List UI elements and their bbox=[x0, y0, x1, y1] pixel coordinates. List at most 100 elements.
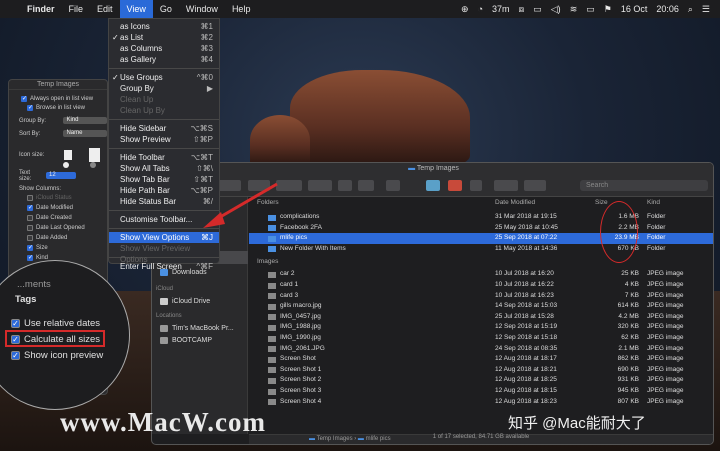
checkbox-icon[interactable]: ✓ bbox=[27, 104, 33, 111]
app-icon[interactable] bbox=[426, 180, 440, 191]
image-row[interactable]: Screen Shot 4 12 Aug 2018 at 18:23 807 KB J… bbox=[249, 397, 713, 408]
menu-item[interactable]: ✓ as List ⌘2 bbox=[109, 32, 219, 43]
menu-item[interactable]: ✓ Use Groups ^⌘0 bbox=[109, 72, 219, 83]
menu-item[interactable]: Group By ▶ bbox=[109, 83, 219, 94]
image-row[interactable]: car 2 10 Jul 2018 at 16:20 25 KB JPEG image bbox=[249, 269, 713, 280]
magnified-icon-preview[interactable]: ✓ Show icon preview bbox=[11, 350, 103, 361]
text-size-select[interactable]: 12 bbox=[46, 172, 76, 179]
image-row[interactable]: IMG_2061.JPG 24 Sep 2018 at 08:35 2.1 MB JP… bbox=[249, 344, 713, 355]
flag-icon[interactable]: ⚑ bbox=[604, 4, 612, 15]
checkbox-icon[interactable] bbox=[27, 235, 33, 241]
menu-view[interactable]: View bbox=[119, 0, 153, 18]
column-option[interactable]: Date Added bbox=[9, 233, 107, 243]
checkbox-icon[interactable]: ✓ bbox=[27, 205, 33, 211]
folder-row[interactable]: Facebook 2FA 25 May 2018 at 10:45 2.2 MB Fo… bbox=[249, 223, 713, 234]
image-icon bbox=[268, 271, 276, 278]
image-row[interactable]: Screen Shot 2 12 Aug 2018 at 18:25 931 KB J… bbox=[249, 375, 713, 386]
image-row[interactable]: Screen Shot 12 Aug 2018 at 18:17 862 KB JPE… bbox=[249, 354, 713, 365]
radio-icon[interactable] bbox=[90, 162, 96, 168]
column-option[interactable]: Date Last Opened bbox=[9, 223, 107, 233]
checkbox-icon[interactable]: ✓ bbox=[21, 95, 27, 102]
checkbox-icon[interactable]: ✓ bbox=[27, 255, 33, 261]
sort-by-select[interactable]: Name bbox=[63, 130, 107, 137]
menu-app-finder[interactable]: Finder bbox=[20, 0, 62, 18]
image-row[interactable]: IMG_1988.jpg 12 Sep 2018 at 15:19 320 KB JP… bbox=[249, 322, 713, 333]
image-row[interactable]: gills macro.jpg 14 Sep 2018 at 15:03 614 K… bbox=[249, 301, 713, 312]
compass-icon[interactable]: ⊕ bbox=[461, 4, 469, 15]
tag-button[interactable] bbox=[358, 180, 374, 191]
sidebar-item[interactable]: iCloud Drive bbox=[152, 295, 248, 308]
folder-icon bbox=[268, 246, 276, 253]
column-option[interactable]: ✓ Size bbox=[9, 243, 107, 253]
checkbox-icon[interactable] bbox=[27, 195, 33, 201]
acrobat-icon[interactable] bbox=[448, 180, 462, 191]
checkbox-icon[interactable]: ✓ bbox=[11, 351, 20, 360]
image-row[interactable]: Screen Shot 3 12 Aug 2018 at 18:15 945 KB J… bbox=[249, 386, 713, 397]
menu-item[interactable]: Show All Tabs ⇧⌘\ bbox=[109, 163, 219, 174]
menu-help[interactable]: Help bbox=[225, 0, 258, 18]
search-icon[interactable]: ⌕ bbox=[688, 4, 693, 15]
checkbox-icon[interactable]: ✓ bbox=[11, 319, 20, 328]
checkbox-icon[interactable] bbox=[27, 225, 33, 231]
sidebar-item[interactable]: BOOTCAMP bbox=[152, 334, 248, 347]
share-button[interactable] bbox=[338, 180, 352, 191]
image-row[interactable]: card 1 10 Jul 2018 at 16:22 4 KB JPEG image bbox=[249, 280, 713, 291]
column-option-label: Date Added bbox=[36, 235, 68, 241]
menu-list-icon[interactable]: ☰ bbox=[702, 4, 710, 15]
column-option[interactable]: Date Created bbox=[9, 213, 107, 223]
image-icon bbox=[268, 367, 276, 374]
dropbox-button[interactable] bbox=[494, 180, 518, 191]
menu-item[interactable]: Show View Options ⌘J bbox=[109, 232, 219, 243]
cell-size: 614 KB bbox=[617, 302, 639, 310]
menu-file[interactable]: File bbox=[62, 0, 91, 18]
menu-item[interactable]: as Columns ⌘3 bbox=[109, 43, 219, 54]
group-by-select[interactable]: Kind bbox=[63, 117, 107, 124]
clock-time[interactable]: 20:06 bbox=[656, 4, 679, 14]
volume-icon[interactable]: ◁) bbox=[551, 4, 561, 15]
column-option[interactable]: ✓ Date Modified bbox=[9, 203, 107, 213]
image-row[interactable]: card 3 10 Jul 2018 at 16:23 7 KB JPEG image bbox=[249, 291, 713, 302]
image-icon bbox=[268, 399, 276, 406]
browse-row[interactable]: ✓ Browse in list view bbox=[9, 103, 107, 112]
menu-item[interactable]: Hide Toolbar ⌥⌘T bbox=[109, 152, 219, 163]
menu-go[interactable]: Go bbox=[153, 0, 179, 18]
action-gear-button[interactable] bbox=[308, 180, 332, 191]
menu-item[interactable]: Hide Sidebar ⌥⌘S bbox=[109, 123, 219, 134]
always-open-row[interactable]: ✓ Always open in list view bbox=[9, 94, 107, 103]
trash-button[interactable] bbox=[386, 180, 400, 191]
radio-icon[interactable] bbox=[63, 162, 69, 168]
airplay-icon[interactable]: ▭ bbox=[533, 4, 542, 15]
column-header[interactable]: Date Modified bbox=[495, 199, 535, 206]
search-input[interactable]: Search bbox=[580, 180, 708, 191]
menu-item[interactable]: Enter Full Screen ^⌘F bbox=[109, 261, 219, 272]
menu-item-shortcut: ▶ bbox=[206, 84, 213, 93]
checkbox-icon[interactable]: ✓ bbox=[27, 245, 33, 251]
cell-kind: Folder bbox=[647, 234, 666, 242]
folder-row[interactable]: complications 31 Mar 2018 at 19:15 1.6 MB F… bbox=[249, 212, 713, 223]
cell-name: card 1 bbox=[280, 281, 299, 288]
column-header[interactable]: Size bbox=[595, 199, 608, 206]
column-header[interactable]: Kind bbox=[647, 199, 660, 206]
checkbox-icon[interactable] bbox=[27, 215, 33, 221]
menu-item[interactable]: as Icons ⌘1 bbox=[109, 21, 219, 32]
menu-item[interactable]: Show Preview ⇧⌘P bbox=[109, 134, 219, 145]
wifi-icon[interactable]: ≋ bbox=[570, 4, 578, 15]
toolbar-item[interactable] bbox=[470, 180, 482, 191]
folder-row[interactable]: mlife pics 25 Sep 2018 at 07:22 23.9 MB Fol… bbox=[249, 233, 713, 244]
timer-text[interactable]: 37m bbox=[492, 4, 510, 14]
image-row[interactable]: IMG_0457.jpg 25 Jul 2018 at 15:28 4.2 MB JP… bbox=[249, 312, 713, 323]
image-row[interactable]: IMG_1990.jpg 12 Sep 2018 at 15:18 62 KB JPE… bbox=[249, 333, 713, 344]
image-icon bbox=[268, 377, 276, 384]
magnified-relative-dates[interactable]: ✓ Use relative dates bbox=[11, 318, 100, 329]
column-option[interactable]: iCloud Status bbox=[9, 193, 107, 203]
menu-edit[interactable]: Edit bbox=[90, 0, 120, 18]
image-row[interactable]: Screen Shot 1 12 Aug 2018 at 18:21 690 KB J… bbox=[249, 365, 713, 376]
clock-date[interactable]: 16 Oct bbox=[621, 4, 648, 14]
battery-icon[interactable]: ▭ bbox=[586, 4, 595, 15]
toolbar-extra[interactable] bbox=[524, 180, 546, 191]
menu-window[interactable]: Window bbox=[179, 0, 225, 18]
menu-item[interactable]: as Gallery ⌘4 bbox=[109, 54, 219, 65]
dropbox-icon[interactable]: ⧈ bbox=[519, 4, 525, 15]
folder-row[interactable]: New Folder With Items 11 May 2018 at 14:3… bbox=[249, 244, 713, 255]
timer-icon[interactable]: ◔ bbox=[478, 4, 483, 14]
